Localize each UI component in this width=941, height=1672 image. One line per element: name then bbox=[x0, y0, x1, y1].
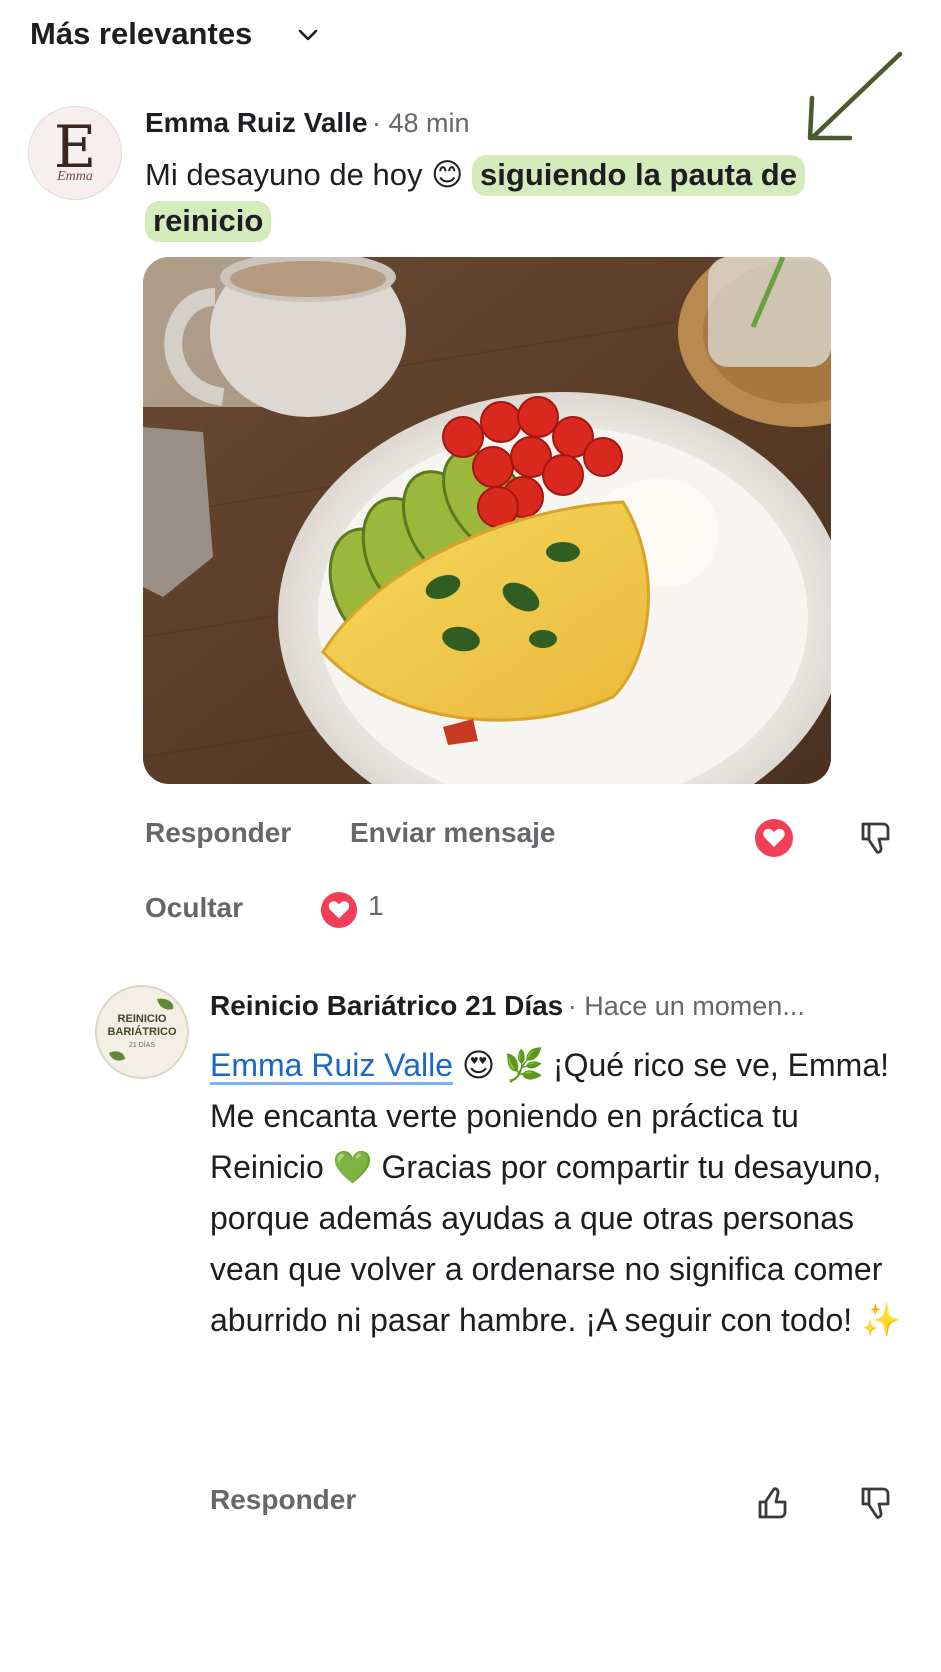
arrow-annotation-icon bbox=[807, 51, 903, 141]
meta-separator: · bbox=[567, 991, 585, 1021]
hide-button[interactable]: Ocultar bbox=[145, 892, 243, 924]
heart-icon bbox=[320, 891, 358, 929]
avatar-brand-text: REINICIO BARIÁTRICO 21 DÍAS bbox=[97, 1013, 187, 1052]
herb-emoji: 🌿 bbox=[504, 1046, 545, 1084]
thumbs-down-icon[interactable] bbox=[857, 1483, 897, 1523]
heart-icon[interactable] bbox=[754, 818, 794, 858]
comment-time[interactable]: 48 min bbox=[389, 108, 470, 138]
avatar[interactable]: REINICIO BARIÁTRICO 21 DÍAS bbox=[95, 985, 189, 1079]
breakfast-photo[interactable] bbox=[143, 257, 831, 784]
chevron-down-icon[interactable] bbox=[295, 22, 321, 48]
avatar-brand-line2: BARIÁTRICO bbox=[107, 1026, 177, 1038]
avatar[interactable]: E Emma bbox=[28, 106, 122, 200]
send-message-button[interactable]: Enviar mensaje bbox=[350, 817, 555, 849]
green-heart-emoji: 💚 bbox=[332, 1148, 373, 1186]
reply-button[interactable]: Responder bbox=[145, 817, 291, 849]
comment-author[interactable]: Emma Ruiz Valle bbox=[145, 107, 368, 138]
reply-author[interactable]: Reinicio Bariátrico 21 Días bbox=[210, 990, 563, 1021]
like-count[interactable]: 1 bbox=[368, 890, 384, 922]
breakfast-image bbox=[143, 257, 831, 784]
mention-link[interactable]: Emma Ruiz Valle bbox=[210, 1047, 453, 1083]
comment-text-prefix: Mi desayuno de hoy bbox=[145, 157, 423, 192]
thumbs-up-icon[interactable] bbox=[754, 1483, 794, 1523]
reply-text: Emma Ruiz Valle 😍 🌿 ¡Qué rico se ve, Emm… bbox=[210, 1040, 910, 1346]
comment-header: Emma Ruiz Valle · 48 min bbox=[145, 107, 470, 139]
heart-eyes-emoji: 😍 bbox=[461, 1046, 496, 1084]
comment-text: Mi desayuno de hoy 😊 siguiendo la pauta … bbox=[145, 152, 865, 244]
meta-separator: · bbox=[372, 108, 389, 138]
smile-emoji: 😊 bbox=[431, 157, 464, 193]
reply-time[interactable]: Hace un momen... bbox=[584, 991, 805, 1021]
sort-dropdown-label[interactable]: Más relevantes bbox=[30, 16, 252, 52]
sparkles-emoji: ✨ bbox=[861, 1301, 901, 1339]
thumbs-down-icon[interactable] bbox=[857, 818, 897, 858]
reply-header: Reinicio Bariátrico 21 Días · Hace un mo… bbox=[210, 990, 805, 1022]
avatar-brand-line3: 21 DÍAS bbox=[128, 1042, 156, 1049]
avatar-brand-line1: REINICIO bbox=[117, 1013, 167, 1025]
reply-button[interactable]: Responder bbox=[210, 1484, 356, 1516]
avatar-script: Emma bbox=[57, 169, 93, 184]
